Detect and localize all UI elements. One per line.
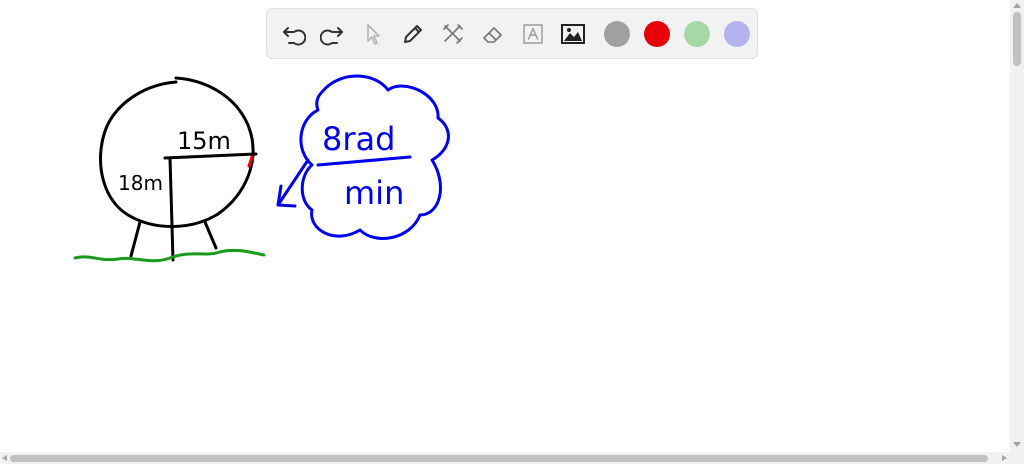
scroll-left-icon[interactable] <box>2 455 7 461</box>
rate-denominator: min <box>344 174 404 212</box>
rate-numerator: 8rad <box>322 120 395 158</box>
scroll-up-icon[interactable] <box>1013 3 1021 8</box>
fraction-bar <box>316 155 412 167</box>
vertical-scroll-thumb[interactable] <box>1013 12 1021 66</box>
ground-line <box>73 248 266 263</box>
whiteboard-canvas[interactable]: 15m 18m 8rad min <box>0 0 1010 452</box>
horizontal-scroll-thumb[interactable] <box>10 455 988 462</box>
left-leg <box>129 220 142 258</box>
scroll-down-icon[interactable] <box>1013 442 1021 447</box>
radius-label: 15m <box>177 127 231 155</box>
center-pole <box>168 156 175 262</box>
horizontal-scrollbar[interactable] <box>0 452 1024 464</box>
scroll-right-icon[interactable] <box>1002 455 1007 461</box>
height-label: 18m <box>118 171 163 195</box>
vertical-scrollbar[interactable] <box>1010 0 1024 452</box>
right-leg <box>203 220 218 250</box>
